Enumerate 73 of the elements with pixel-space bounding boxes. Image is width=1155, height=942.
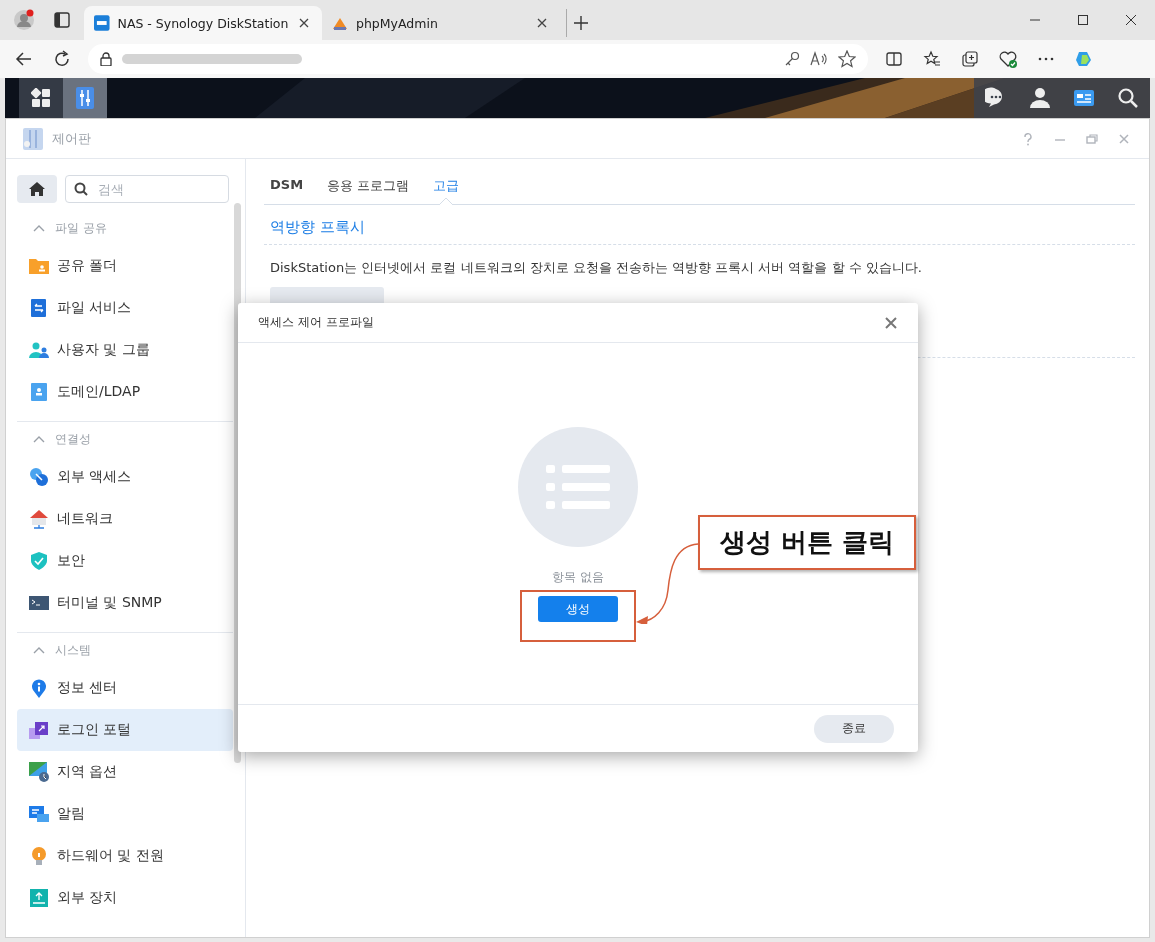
sidebar-item[interactable]: 터미널 및 SNMP (17, 582, 233, 624)
app-icon (29, 509, 49, 529)
refresh-icon[interactable] (53, 50, 71, 68)
sidebar-item[interactable]: 정보 센터 (17, 667, 233, 709)
apps-grid-icon[interactable] (31, 88, 51, 108)
home-button[interactable] (17, 175, 57, 203)
search-icon (74, 182, 88, 196)
read-aloud-icon[interactable] (810, 51, 828, 67)
description-text: DiskStation는 인터넷에서 로컬 네트워크의 장치로 요청을 전송하는 역방향 프록시 서버 역할을 할 수 있습니다. (269, 259, 923, 277)
health-icon[interactable] (999, 50, 1017, 68)
sidebar-item[interactable]: 파일 서비스 (17, 287, 233, 329)
user-icon[interactable] (1029, 87, 1051, 109)
sidebar-item[interactable]: 보안 (17, 540, 233, 582)
star-icon[interactable] (838, 50, 856, 68)
widgets-icon[interactable] (1073, 87, 1095, 109)
sidebar-item[interactable]: 로그인 포털 (17, 709, 233, 751)
copilot-icon[interactable] (1075, 50, 1093, 68)
sidebar-item[interactable]: 네트워크 (17, 498, 233, 540)
tab[interactable]: 응용 프로그램 (327, 173, 410, 204)
sidebar-item[interactable]: 하드웨어 및 전원 (17, 835, 233, 877)
control-panel-icon (22, 126, 44, 151)
app-icon (29, 678, 49, 698)
window-title: 제어판 (52, 129, 91, 148)
collections-icon[interactable] (961, 50, 979, 68)
app-icon (29, 720, 49, 740)
app-icon (29, 467, 49, 487)
browser-tab[interactable]: phpMyAdmin (322, 6, 560, 40)
app-icon (29, 382, 49, 402)
tab[interactable]: 고급 (433, 173, 460, 204)
browser-tab[interactable]: NAS - Synology DiskStation (84, 6, 322, 40)
section-title: 역방향 프록시 (264, 205, 1135, 245)
sidebar-item[interactable]: 도메인/LDAP (17, 371, 233, 413)
app-icon (29, 551, 49, 571)
app-icon (29, 888, 49, 908)
app-icon (29, 762, 49, 782)
tab-actions-icon[interactable] (54, 12, 70, 28)
sidebar-item[interactable]: 사용자 및 그룹 (17, 329, 233, 371)
control-panel-icon[interactable] (75, 86, 95, 110)
close-icon[interactable] (1126, 15, 1136, 25)
search-icon[interactable] (1117, 87, 1139, 109)
search-field[interactable]: 검색 (65, 175, 229, 203)
app-icon (29, 256, 49, 276)
chevron-icon[interactable] (33, 224, 45, 232)
empty-list-icon (518, 427, 638, 547)
favicon-icon (94, 15, 110, 31)
split-screen-icon[interactable] (885, 50, 903, 68)
tab[interactable]: DSM (270, 173, 304, 204)
key-icon[interactable] (784, 51, 800, 67)
maximize-icon[interactable] (1078, 15, 1088, 25)
app-icon (29, 593, 49, 613)
close-button[interactable]: 종료 (814, 714, 894, 743)
lock-icon (100, 52, 112, 66)
empty-message: 항목 없음 (552, 569, 604, 586)
profile-icon[interactable] (13, 9, 35, 31)
sidebar-item[interactable]: 공유 폴더 (17, 245, 233, 287)
sidebar-item[interactable]: 외부 액세스 (17, 456, 233, 498)
new-tab-icon[interactable] (573, 16, 588, 30)
app-icon (29, 340, 49, 360)
app-icon (29, 804, 49, 824)
callout-label: 생성 버튼 클릭 (698, 515, 916, 570)
app-icon (29, 846, 49, 866)
close-button[interactable] (884, 315, 898, 330)
back-icon[interactable] (15, 50, 33, 68)
home-icon[interactable] (29, 182, 45, 196)
app-icon (29, 298, 49, 318)
sidebar-item[interactable]: 지역 옵션 (17, 751, 233, 793)
favorites-icon[interactable] (923, 50, 941, 68)
sidebar-item[interactable]: 알림 (17, 793, 233, 835)
chevron-icon[interactable] (33, 646, 45, 654)
sidebar-item[interactable]: 외부 장치 (17, 877, 233, 919)
dialog-title: 액세스 제어 프로파일 (258, 314, 375, 331)
create-button[interactable]: 생성 (538, 596, 618, 622)
chevron-icon[interactable] (33, 435, 45, 443)
